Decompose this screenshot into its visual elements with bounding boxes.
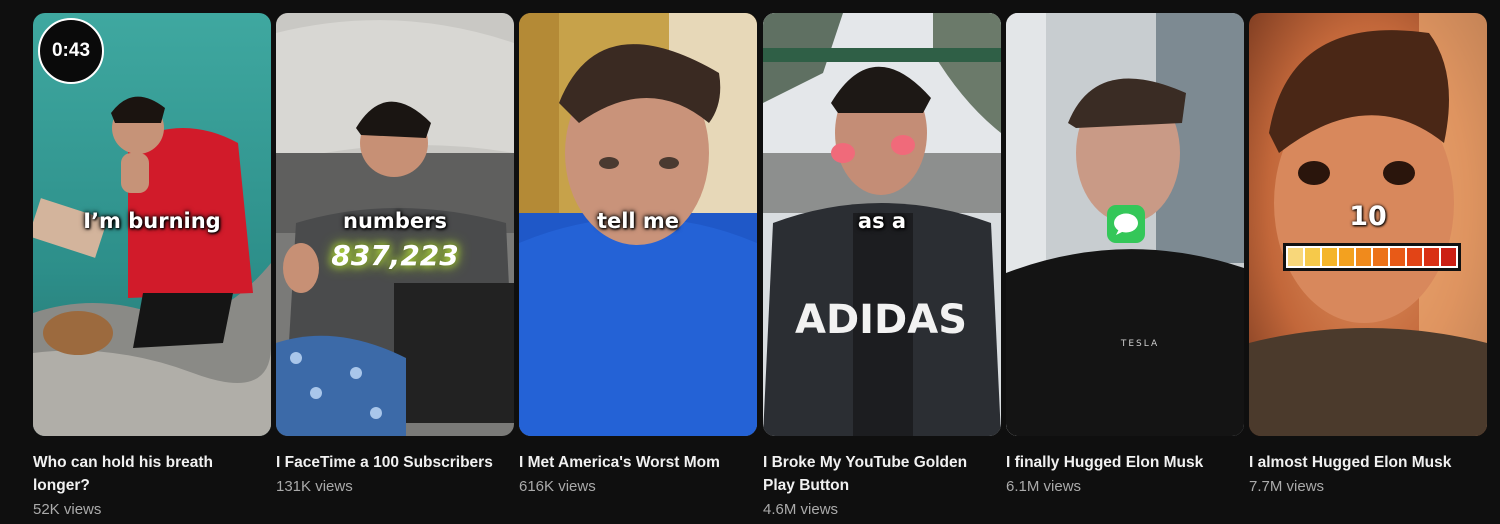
- short-thumbnail[interactable]: numbers 837,223: [276, 13, 514, 436]
- short-title[interactable]: I almost Hugged Elon Musk: [1249, 451, 1481, 474]
- short-thumbnail[interactable]: ADIDAS as a: [763, 13, 1001, 436]
- level-segment: [1322, 248, 1337, 266]
- short-title[interactable]: I Met America's Worst Mom: [519, 451, 751, 474]
- short-title[interactable]: I Broke My YouTube Golden Play Button: [763, 451, 995, 497]
- thumbnail-image: [519, 13, 757, 436]
- level-segment: [1288, 248, 1303, 266]
- short-thumbnail[interactable]: tell me: [519, 13, 757, 436]
- view-count: 6.1M views: [1006, 478, 1082, 495]
- level-segment: [1373, 248, 1388, 266]
- thumbnail-image: ADIDAS: [763, 13, 1001, 436]
- shirt-print: TESLA: [1120, 339, 1159, 349]
- messages-app-icon: [1107, 205, 1145, 243]
- short-card[interactable]: TESLA I finally Hugged Elon Musk 6.1M vi…: [1006, 13, 1244, 497]
- short-card[interactable]: tell me I Met America's Worst Mom 616K v…: [519, 13, 757, 497]
- view-count: 616K views: [519, 478, 596, 495]
- view-count: 52K views: [33, 501, 102, 518]
- short-card[interactable]: 10 I almost Hugged Elon Musk 7.7M views: [1249, 13, 1487, 497]
- level-segment: [1424, 248, 1439, 266]
- short-title[interactable]: I finally Hugged Elon Musk: [1006, 451, 1238, 474]
- short-title[interactable]: Who can hold his breath longer?: [33, 451, 265, 497]
- level-segment: [1356, 248, 1371, 266]
- short-card[interactable]: numbers 837,223 I FaceTime a 100 Subscri…: [276, 13, 514, 497]
- short-card[interactable]: 0:43 I’m burning Who can hold his breath…: [33, 13, 271, 520]
- view-count: 7.7M views: [1249, 478, 1325, 495]
- view-count: 4.6M views: [763, 501, 839, 518]
- short-thumbnail[interactable]: TESLA: [1006, 13, 1244, 436]
- level-segment: [1407, 248, 1422, 266]
- shorts-shelf: 0:43 I’m burning Who can hold his breath…: [33, 13, 1488, 524]
- short-card[interactable]: ADIDAS as a I Broke My YouTube Golden Pl…: [763, 13, 1001, 520]
- level-meter: [1283, 243, 1461, 271]
- short-title[interactable]: I FaceTime a 100 Subscribers: [276, 451, 508, 474]
- level-segment: [1305, 248, 1320, 266]
- subscriber-counter: 837,223: [331, 239, 459, 272]
- thumbnail-image: [276, 13, 514, 436]
- short-thumbnail[interactable]: 10: [1249, 13, 1487, 436]
- duration-badge: 0:43: [38, 18, 104, 84]
- level-segment: [1339, 248, 1354, 266]
- level-segment: [1441, 248, 1456, 266]
- short-thumbnail[interactable]: 0:43 I’m burning: [33, 13, 271, 436]
- level-segment: [1390, 248, 1405, 266]
- level-number: 10: [1349, 201, 1387, 232]
- view-count: 131K views: [276, 478, 353, 495]
- shirt-print: ADIDAS: [795, 297, 967, 343]
